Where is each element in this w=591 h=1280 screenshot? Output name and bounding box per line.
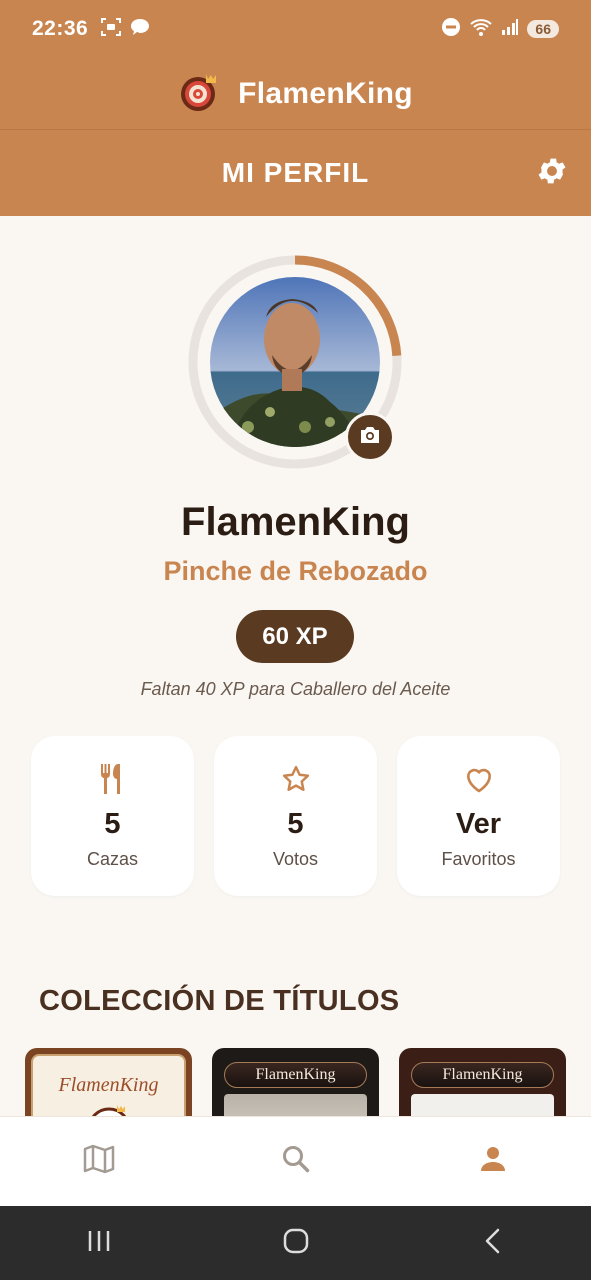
- stat-label: Favoritos: [441, 849, 516, 869]
- status-time: 22:36: [32, 17, 89, 40]
- map-icon: [83, 1144, 115, 1179]
- stat-value: 5: [104, 808, 121, 840]
- stat-value: 5: [287, 808, 304, 840]
- stat-label: Votos: [272, 849, 319, 869]
- fork-knife-icon: [98, 762, 128, 796]
- app-title: FlamenKing: [238, 76, 413, 110]
- search-icon: [281, 1144, 311, 1179]
- change-photo-button[interactable]: [345, 412, 395, 462]
- battery-indicator: 66: [527, 20, 559, 38]
- recent-apps-button[interactable]: [69, 1213, 129, 1273]
- home-icon: [282, 1227, 310, 1260]
- signal-icon: [501, 18, 519, 41]
- stat-label: Cazas: [86, 849, 139, 869]
- chat-icon: [130, 18, 150, 41]
- person-icon: [478, 1144, 508, 1179]
- stat-card-cazas[interactable]: 5 Cazas: [31, 736, 194, 896]
- home-button[interactable]: [266, 1213, 326, 1273]
- app-logo-icon: [178, 70, 220, 117]
- camera-icon: [358, 424, 382, 451]
- title-card-label: FlamenKing: [224, 1062, 367, 1088]
- avatar-section: [188, 255, 402, 469]
- back-button[interactable]: [463, 1213, 523, 1273]
- stat-value: Ver: [455, 808, 502, 840]
- do-not-disturb-icon: [441, 17, 461, 42]
- app-header: FlamenKing: [0, 58, 591, 130]
- nav-search[interactable]: [256, 1132, 336, 1192]
- page-title: MI PERFIL: [221, 157, 370, 188]
- collection-title: COLECCIÓN DE TÍTULOS: [39, 985, 400, 1017]
- profile-name: FlamenKing: [181, 500, 410, 544]
- recent-apps-icon: [86, 1229, 112, 1258]
- wifi-icon: [469, 17, 493, 42]
- nav-map[interactable]: [59, 1132, 139, 1192]
- xp-badge: 60 XP: [236, 610, 354, 663]
- status-bar: 22:36 66: [0, 0, 591, 58]
- title-card-label: FlamenKing: [58, 1074, 159, 1096]
- next-level-hint: Faltan 40 XP para Caballero del Aceite: [140, 679, 451, 699]
- profile-rank: Pinche de Rebozado: [163, 556, 428, 586]
- settings-button[interactable]: [533, 154, 571, 192]
- stat-card-votos[interactable]: 5 Votos: [214, 736, 377, 896]
- star-icon: [281, 762, 311, 796]
- system-navigation-bar: [0, 1206, 591, 1280]
- back-icon: [482, 1227, 504, 1260]
- heart-icon: [463, 762, 495, 796]
- nav-profile[interactable]: [453, 1132, 533, 1192]
- bottom-navigation: [0, 1116, 591, 1206]
- title-card-label: FlamenKing: [411, 1062, 554, 1088]
- page-header: MI PERFIL: [0, 130, 591, 216]
- stat-card-favoritos[interactable]: Ver Favoritos: [397, 736, 560, 896]
- gear-icon: [535, 154, 569, 193]
- screenshot-icon: [100, 17, 122, 42]
